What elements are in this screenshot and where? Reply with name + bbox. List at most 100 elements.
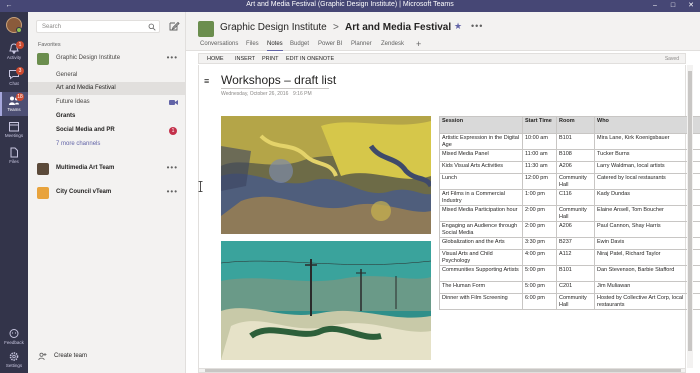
cell-start-time[interactable]: 2:00 pm [522, 205, 557, 222]
cell-session[interactable]: Globalization and the Arts [439, 237, 523, 250]
cell-room[interactable]: A206 [556, 161, 595, 174]
scrollbar-thumb[interactable] [688, 71, 692, 351]
team-graphic-design-institute[interactable]: Graphic Design Institute ••• [28, 52, 186, 66]
cell-room[interactable]: C201 [556, 281, 595, 294]
appbar-chat[interactable]: 3 Chat [0, 66, 28, 90]
cell-room[interactable]: Community Hall [556, 293, 595, 310]
cell-who[interactable]: Mira Lane, Kirk Koenigsbauer [594, 133, 700, 150]
cell-session[interactable]: The Human Form [439, 281, 523, 294]
cell-room[interactable]: B237 [556, 237, 595, 250]
channel-art-and-media-festival[interactable]: Art and Media Festival [28, 82, 186, 95]
appbar-teams[interactable]: 18 Teams [0, 92, 28, 116]
abstract-painting [221, 116, 431, 234]
cell-session[interactable]: Dinner with Film Screening [439, 293, 523, 310]
favorite-star-icon[interactable]: ★ [454, 21, 462, 32]
more-options-icon[interactable]: ••• [167, 188, 178, 196]
cell-start-time[interactable]: 4:00 pm [522, 249, 557, 266]
cell-who[interactable]: Niraj Patel, Richard Taylor [594, 249, 700, 266]
cell-who[interactable]: Ewin Davis [594, 237, 700, 250]
team-city-council-vteam[interactable]: City Council vTeam ••• [28, 186, 186, 200]
cell-start-time[interactable]: 11:30 am [522, 161, 557, 174]
channel-more-icon[interactable]: ••• [471, 21, 483, 31]
cell-session[interactable]: Kids Visual Arts Activities [439, 161, 523, 174]
channel-general[interactable]: General [28, 69, 186, 82]
more-options-icon[interactable]: ••• [167, 54, 178, 62]
cell-start-time[interactable]: 10:00 am [522, 133, 557, 150]
appbar-files[interactable]: Files [0, 144, 28, 168]
cell-room[interactable]: Community Hall [556, 173, 595, 190]
title-bar: ← Art and Media Festival (Graphic Design… [0, 0, 700, 12]
cell-start-time[interactable]: 2:00 pm [522, 221, 557, 238]
avatar[interactable] [6, 17, 22, 33]
cell-room[interactable]: A112 [556, 249, 595, 266]
cell-start-time[interactable]: 5:00 pm [522, 281, 557, 294]
appbar-settings[interactable]: Settings [0, 348, 28, 372]
close-icon[interactable]: ✕ [682, 0, 700, 12]
cell-who[interactable]: Kady Dundas [594, 189, 700, 206]
cell-who[interactable]: Dan Stevenson, Barbie Stafford [594, 265, 700, 282]
channel-grants[interactable]: Grants [28, 110, 186, 123]
table-row: Mixed Media Participation hour 2:00 pm C… [439, 205, 700, 222]
cell-who[interactable]: Larry Waldman, local artists [594, 161, 700, 174]
title-underline [221, 88, 329, 89]
cell-room[interactable]: B101 [556, 265, 595, 282]
cell-session[interactable]: Communities Supporting Artists [439, 265, 523, 282]
more-channels-link[interactable]: 7 more channels [28, 138, 186, 151]
cell-start-time[interactable]: 5:00 pm [522, 265, 557, 282]
cell-start-time[interactable]: 1:00 pm [522, 189, 557, 206]
tab-budget[interactable]: Budget [290, 41, 309, 51]
cell-session[interactable]: Lunch [439, 173, 523, 190]
cell-start-time[interactable]: 12:00 pm [522, 173, 557, 190]
add-tab-icon[interactable]: + [416, 39, 421, 49]
search-input[interactable]: Search [36, 20, 160, 33]
cell-who[interactable]: Jim Muliawan [594, 281, 700, 294]
ribbon-print[interactable]: PRINT [262, 56, 279, 62]
ribbon-edit-in-onenote[interactable]: EDIT IN ONENOTE [286, 56, 334, 62]
tab-zendesk[interactable]: Zendesk [381, 41, 404, 51]
compose-icon[interactable] [168, 20, 180, 32]
tab-planner[interactable]: Planner [351, 41, 372, 51]
vertical-scrollbar[interactable] [687, 65, 693, 368]
maximize-icon[interactable]: □ [664, 0, 682, 12]
schedule-table[interactable]: Session Start Time Room Who Artistic Exp… [439, 116, 700, 310]
menu-icon[interactable]: ≡ [204, 76, 209, 86]
tab-conversations[interactable]: Conversations [200, 41, 238, 51]
cell-room[interactable]: C116 [556, 189, 595, 206]
favorites-label: Favorites [38, 42, 61, 48]
tab-power-bi[interactable]: Power BI [318, 41, 342, 51]
cell-session[interactable]: Engaging an Audience through Social Medi… [439, 221, 523, 238]
scrollbar-thumb[interactable] [205, 369, 681, 372]
cell-who[interactable]: Paul Cannon, Shay Harris [594, 221, 700, 238]
cell-start-time[interactable]: 3:30 pm [522, 237, 557, 250]
cell-who[interactable]: Elaine Ansell, Tom Boucher [594, 205, 700, 222]
cell-start-time[interactable]: 11:00 am [522, 149, 557, 162]
cell-session[interactable]: Mixed Media Participation hour [439, 205, 523, 222]
horizontal-scrollbar[interactable] [198, 368, 686, 373]
appbar-meetings[interactable]: Meetings [0, 118, 28, 142]
cell-session[interactable]: Art Films in a Commercial Industry [439, 189, 523, 206]
cell-session[interactable]: Artistic Expression in the Digital Age [439, 133, 523, 150]
tab-notes[interactable]: Notes [267, 41, 283, 51]
channel-future-ideas[interactable]: Future Ideas [28, 96, 186, 109]
channel-social-media-and-pr[interactable]: Social Media and PR 1 [28, 124, 186, 137]
breadcrumb-team[interactable]: Graphic Design Institute [220, 22, 327, 33]
cell-room[interactable]: B101 [556, 133, 595, 150]
appbar-feedback[interactable]: Feedback [0, 325, 28, 349]
page-title[interactable]: Workshops – draft list [221, 73, 336, 87]
appbar-activity[interactable]: 1 Activity [0, 40, 28, 64]
cell-room[interactable]: B108 [556, 149, 595, 162]
cell-who[interactable]: Tucker Burns [594, 149, 700, 162]
cell-start-time[interactable]: 6:00 pm [522, 293, 557, 310]
cell-session[interactable]: Mixed Media Panel [439, 149, 523, 162]
cell-room[interactable]: Community Hall [556, 205, 595, 222]
ribbon-insert[interactable]: INSERT [235, 56, 255, 62]
tab-files[interactable]: Files [246, 41, 259, 51]
cell-who[interactable]: Hosted by Collective Art Corp, local res… [594, 293, 700, 310]
minimize-icon[interactable]: – [646, 0, 664, 12]
ribbon-home[interactable]: HOME [207, 56, 224, 62]
cell-session[interactable]: Visual Arts and Child Psychology [439, 249, 523, 266]
cell-room[interactable]: A206 [556, 221, 595, 238]
cell-who[interactable]: Catered by local restaurants [594, 173, 700, 190]
team-multimedia-art-team[interactable]: Multimedia Art Team ••• [28, 162, 186, 176]
more-options-icon[interactable]: ••• [167, 164, 178, 172]
